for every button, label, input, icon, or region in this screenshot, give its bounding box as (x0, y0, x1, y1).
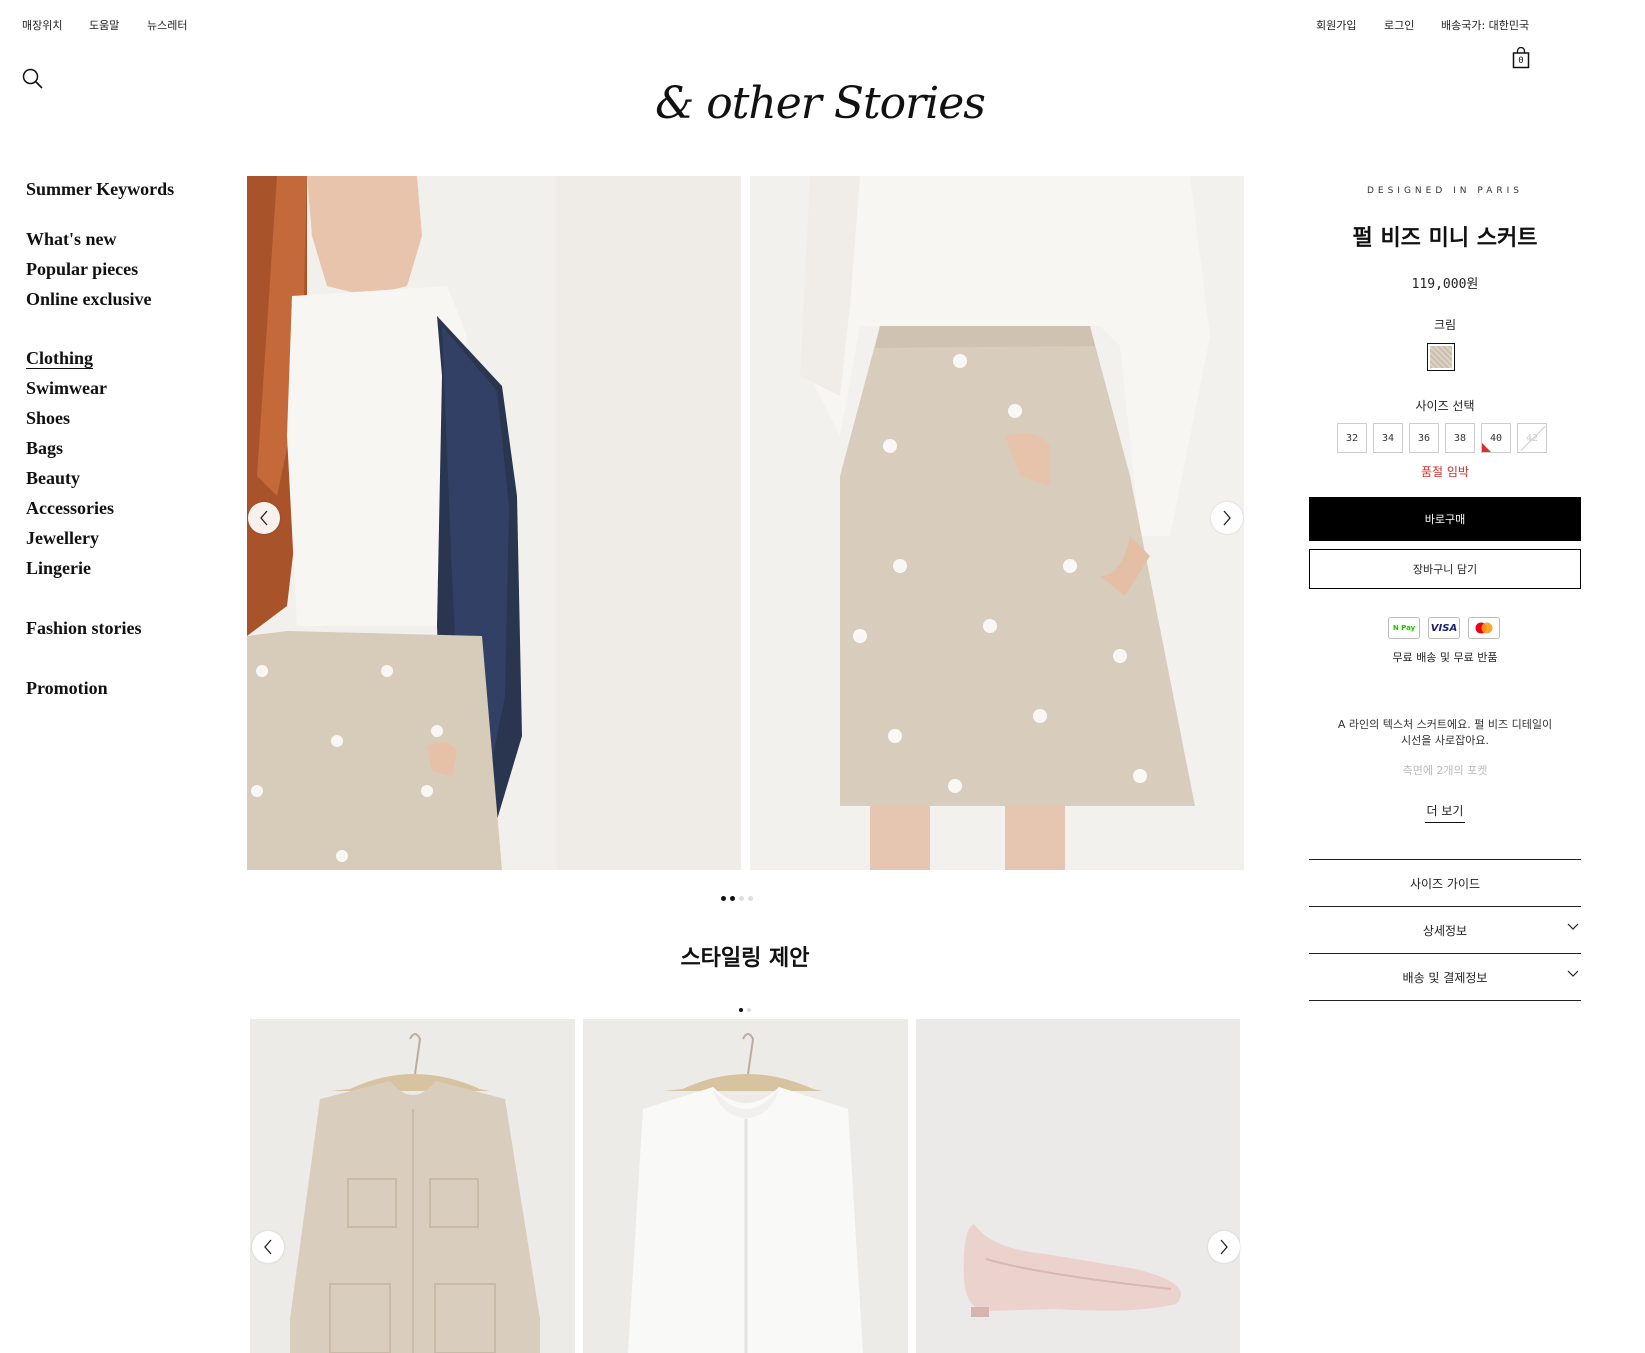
size-option-32[interactable]: 32 (1337, 423, 1367, 453)
nav-jewellery[interactable]: Jewellery (26, 528, 99, 549)
divider (1309, 1000, 1581, 1001)
nav-swimwear[interactable]: Swimwear (26, 378, 107, 399)
pagination-dot[interactable] (739, 1008, 743, 1012)
chevron-left-icon (260, 510, 268, 526)
product-price: 119,000원 (1411, 277, 1479, 292)
details-accordion[interactable]: 상세정보 (1309, 907, 1581, 953)
nav-popular-pieces[interactable]: Popular pieces (26, 259, 138, 280)
shipping-payment-accordion[interactable]: 배송 및 결제정보 (1309, 954, 1581, 1000)
chevron-down-icon (1567, 970, 1579, 977)
product-image-1 (247, 176, 741, 870)
hero-pagination (719, 886, 755, 905)
size-option-40-label: 40 (1489, 432, 1503, 444)
designed-in-label: DESIGNED IN PARIS (1366, 186, 1524, 196)
styling-prev-button[interactable] (252, 1231, 284, 1263)
search-icon[interactable] (22, 68, 44, 94)
pagination-dot[interactable] (747, 1008, 751, 1012)
login-link[interactable]: 로그인 (1384, 17, 1414, 33)
details-label: 상세정보 (1422, 923, 1468, 938)
nav-shoes[interactable]: Shoes (26, 408, 70, 429)
size-guide-button[interactable]: 사이즈 가이드 (1309, 860, 1581, 906)
color-swatch-cream[interactable] (1427, 343, 1455, 371)
nav-whats-new[interactable]: What's new (26, 229, 117, 250)
size-option-40[interactable]: 40 (1481, 423, 1511, 453)
nav-lingerie[interactable]: Lingerie (26, 558, 91, 579)
cart-icon[interactable]: 0 (1512, 47, 1530, 69)
hero-prev-button[interactable] (248, 502, 280, 534)
pagination-dot[interactable] (721, 896, 726, 901)
buy-now-button[interactable]: 바로구매 (1309, 497, 1581, 541)
nav-summer-keywords[interactable]: Summer Keywords (26, 179, 174, 200)
description-faded: 측면에 2개의 포켓 (1402, 764, 1488, 777)
chevron-right-icon (1223, 510, 1231, 526)
free-shipping-text: 무료 배송 및 무료 반품 (1392, 651, 1498, 664)
pagination-dot[interactable] (739, 896, 744, 901)
size-guide-label: 사이즈 가이드 (1409, 876, 1481, 891)
product-image-2 (750, 176, 1244, 870)
styling-section-title: 스타일링 제안 (680, 945, 810, 971)
low-stock-flag-icon (1482, 443, 1491, 452)
chevron-right-icon (1220, 1239, 1228, 1255)
shipping-payment-label: 배송 및 결제정보 (1402, 970, 1488, 985)
size-option-36[interactable]: 36 (1409, 423, 1439, 453)
help-link[interactable]: 도움말 (89, 17, 119, 33)
visa-icon: VISA (1428, 617, 1460, 639)
styling-item-jacket[interactable] (250, 1019, 575, 1353)
chevron-left-icon (264, 1239, 272, 1255)
size-option-38[interactable]: 38 (1445, 423, 1475, 453)
chevron-down-icon (1567, 923, 1579, 930)
description-line: 시선을 사로잡아요. (1401, 734, 1489, 747)
mastercard-icon (1468, 617, 1500, 639)
product-name: 펄 비즈 미니 스커트 (1352, 225, 1538, 251)
payment-methods: N Pay VISA (1388, 617, 1500, 639)
size-selector: 32 34 36 38 40 42 (1337, 423, 1547, 453)
nav-beauty[interactable]: Beauty (26, 468, 80, 489)
product-description: A 라인의 텍스처 스커트에요. 펄 비즈 디테일이 시선을 사로잡아요. (1309, 717, 1581, 749)
styling-item-flats[interactable] (916, 1019, 1240, 1353)
cart-count: 0 (1518, 56, 1524, 66)
add-to-cart-button[interactable]: 장바구니 담기 (1309, 549, 1581, 589)
styling-pagination (737, 997, 753, 1016)
hero-next-button[interactable] (1211, 502, 1243, 534)
read-more-link[interactable]: 더 보기 (1425, 802, 1465, 823)
styling-item-blouse[interactable] (583, 1019, 908, 1353)
pagination-dot[interactable] (730, 896, 735, 901)
styling-next-button[interactable] (1208, 1231, 1240, 1263)
nav-promotion[interactable]: Promotion (26, 678, 108, 699)
brand-logo[interactable]: & other Stories (590, 78, 1050, 129)
nav-online-exclusive[interactable]: Online exclusive (26, 289, 152, 310)
nav-fashion-stories[interactable]: Fashion stories (26, 618, 142, 639)
newsletter-link[interactable]: 뉴스레터 (147, 17, 187, 33)
shipping-country-selector[interactable]: 배송국가: 대한민국 (1441, 17, 1529, 33)
store-locator-link[interactable]: 매장위치 (22, 17, 62, 33)
low-stock-notice: 품절 임박 (1421, 465, 1469, 479)
size-select-label: 사이즈 선택 (1415, 399, 1475, 413)
size-option-42: 42 (1517, 423, 1547, 453)
size-option-34[interactable]: 34 (1373, 423, 1403, 453)
description-line: A 라인의 텍스처 스커트에요. 펄 비즈 디테일이 (1337, 718, 1553, 731)
nav-clothing[interactable]: Clothing (26, 348, 93, 369)
color-label: 크림 (1433, 318, 1457, 332)
pagination-dot[interactable] (748, 896, 753, 901)
nav-bags[interactable]: Bags (26, 438, 63, 459)
nav-accessories[interactable]: Accessories (26, 498, 114, 519)
signup-link[interactable]: 회원가입 (1316, 17, 1356, 33)
npay-icon: N Pay (1388, 617, 1420, 639)
